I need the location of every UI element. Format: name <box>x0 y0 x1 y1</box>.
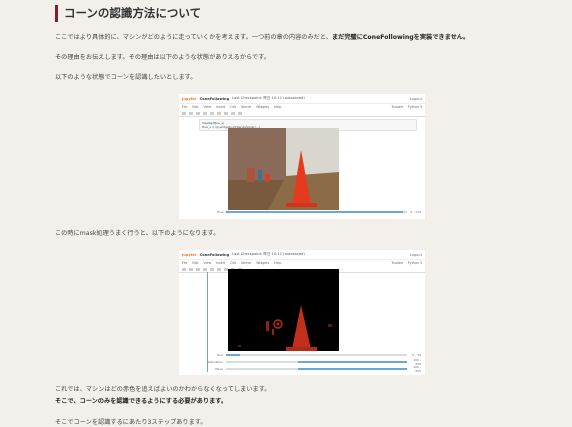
page-title: コーンの認識方法について <box>55 5 201 22</box>
slider-fill <box>298 368 407 370</box>
menu-item: Edit <box>192 261 199 265</box>
jupyter-toolbar <box>179 110 425 117</box>
toolbar-icon <box>231 111 235 115</box>
slider-track <box>226 211 407 213</box>
paragraph-6: そこで、コーンのみを認識できるようにする必要があります。 <box>55 397 227 406</box>
menu-item: Insert <box>216 261 226 265</box>
toolbar-icon <box>182 111 186 115</box>
hue-slider: Hue 0 - 179 <box>183 210 421 214</box>
menu-item: View <box>203 105 212 109</box>
menu-item: Cell <box>230 261 237 265</box>
saturation-slider: Saturation 100 - 255 <box>183 358 421 366</box>
trusted-badge: Trusted <box>391 261 403 265</box>
menu-item: Cell <box>230 105 237 109</box>
paragraph-1-bold: まだ完璧にConeFollowingを実装できません。 <box>331 34 470 41</box>
menu-item: Widgets <box>256 105 270 109</box>
slider-fill <box>298 361 407 363</box>
notebook-title: ConeFollowing <box>199 96 230 101</box>
menu-item: Help <box>274 105 282 109</box>
toolbar-icon <box>196 267 200 271</box>
slider-label: Hue <box>216 353 223 357</box>
toolbar-icon <box>210 267 214 271</box>
jupyter-header: jupyter ConeFollowing Last Checkpoint: 昨… <box>179 250 425 260</box>
menu-item: File <box>182 261 188 265</box>
menu-item: Kernel <box>241 105 252 109</box>
checkpoint-text: Last Checkpoint: 昨日 10:11 (autosaved) <box>232 252 305 256</box>
menu-item: File <box>182 105 188 109</box>
jupyter-screenshot-2: jupyter ConeFollowing Last Checkpoint: 昨… <box>179 250 425 375</box>
slider-value: 0 - 15 <box>412 353 421 357</box>
menu-item: Kernel <box>241 261 252 265</box>
menu-item: View <box>203 261 212 265</box>
paragraph-2: その理由をお伝えします。その理由は以下のような状態がありえるからです。 <box>55 54 270 61</box>
jupyter-screenshot-1: jupyter ConeFollowing Last Checkpoint: 昨… <box>179 94 425 219</box>
slider-label: Hue <box>216 210 223 214</box>
toolbar-icon <box>189 267 193 271</box>
toolbar-icon <box>203 267 207 271</box>
slider-label: Value <box>214 367 223 371</box>
hue-slider: Hue 0 - 15 <box>183 353 421 357</box>
menu-item: Insert <box>216 105 226 109</box>
toolbar-icon <box>182 267 186 271</box>
logout-button: Logout <box>409 252 422 257</box>
notebook-title: ConeFollowing <box>199 252 230 257</box>
toolbar-icon <box>217 267 221 271</box>
paragraph-5: これでは、マシンはどの赤色を追えばよいのかわからなくなってしまいます。 <box>55 386 271 393</box>
cell-selection-bar <box>207 272 208 372</box>
slider-value: 0 - 179 <box>410 210 421 214</box>
jupyter-logo: jupyter <box>182 252 197 257</box>
slider-track <box>226 368 407 370</box>
jupyter-header: jupyter ConeFollowing Last Checkpoint: 昨… <box>179 94 425 104</box>
toolbar-icon <box>196 111 200 115</box>
slider-track <box>226 354 407 356</box>
paragraph-6-bold: そこで、コーンのみを認識できるようにする必要があります。 <box>55 398 228 405</box>
checkpoint-text: Last Checkpoint: 昨日 10:11 (autosaved) <box>232 96 305 100</box>
paragraph-4: この時にmask処理うまく行うと、以下のようになります。 <box>55 230 220 237</box>
cell-prompt: In [ ]: <box>209 121 218 125</box>
kernel-name: Python 3 <box>407 105 422 109</box>
value-slider: Value 100 - 255 <box>183 365 421 373</box>
toolbar-icon <box>189 111 193 115</box>
trusted-badge: Trusted <box>391 105 403 109</box>
toolbar-icon <box>217 111 221 115</box>
slider-label: Saturation <box>207 360 223 364</box>
paragraph-1-text: ここではより具体的に、マシンがどのように走っていくかを考えます。一つ前の章の内容… <box>55 34 332 41</box>
slider-track <box>226 361 407 363</box>
toolbar-icon <box>238 111 242 115</box>
menu-item: Edit <box>192 105 199 109</box>
toolbar-icon <box>203 111 207 115</box>
paragraph-7: そこでコーンを認識するにあたり3ステップあります。 <box>55 419 207 426</box>
masked-image <box>228 269 339 351</box>
toolbar-icon <box>224 111 228 115</box>
paragraph-1: ここではより具体的に、マシンがどのように走っていくかを考えます。一つ前の章の内容… <box>55 33 469 42</box>
kernel-name: Python 3 <box>407 261 422 265</box>
camera-image <box>228 128 339 210</box>
slider-fill <box>226 354 241 356</box>
paragraph-3: 以下のような状態でコーンを認識したいとします。 <box>55 74 197 81</box>
slider-fill <box>226 211 404 213</box>
toolbar-icon <box>210 111 214 115</box>
logout-button: Logout <box>409 96 422 101</box>
jupyter-logo: jupyter <box>182 96 197 101</box>
menu-item: Help <box>274 261 282 265</box>
menu-item: Widgets <box>256 261 270 265</box>
slider-value: 100 - 255 <box>413 365 421 373</box>
